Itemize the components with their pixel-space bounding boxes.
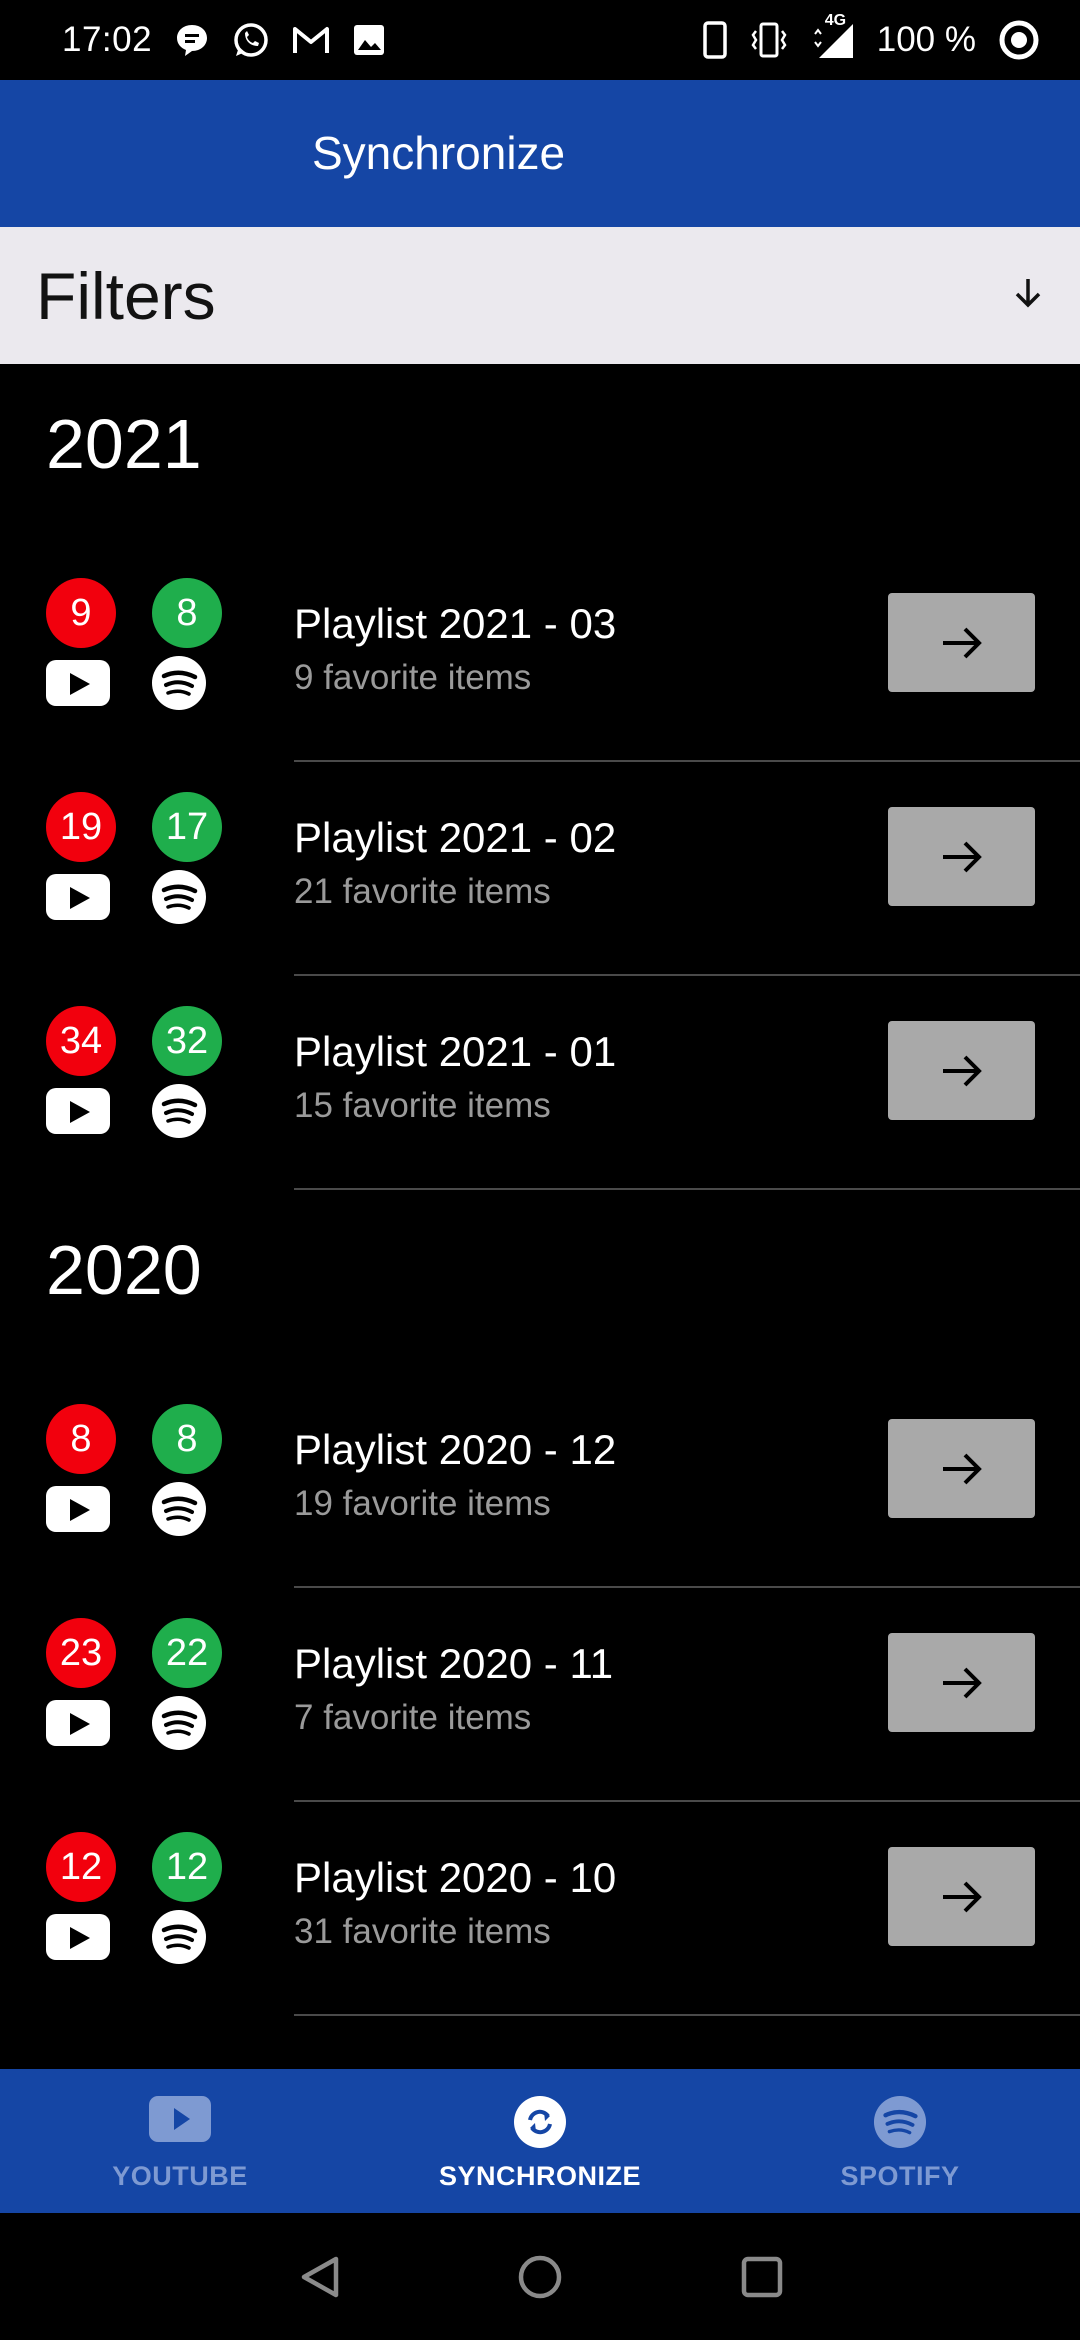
playlist-title: Playlist 2021 - 01 — [294, 1028, 617, 1075]
playlist-subtitle: 31 favorite items — [294, 1912, 551, 1951]
youtube-icon — [46, 1088, 110, 1134]
phone-icon — [703, 21, 727, 59]
sync-icon — [514, 2096, 566, 2148]
status-left: 17:02 — [62, 20, 386, 60]
spotify-count-badge: 12 — [152, 1832, 222, 1902]
nav-label: YOUTUBE — [112, 2161, 248, 2191]
list-item[interactable]: 9 8 Playlist 2021 - 03 9 favorite items — [0, 548, 1080, 762]
chat-bubble-icon — [174, 22, 210, 58]
year-header: 2020 — [46, 1231, 202, 1309]
whatsapp-icon — [232, 21, 270, 59]
spotify-count-badge: 8 — [152, 578, 222, 648]
youtube-icon — [149, 2096, 211, 2142]
signal-icon: 4G — [811, 12, 855, 60]
nav-youtube[interactable]: YOUTUBE — [0, 2069, 360, 2213]
spotify-icon — [152, 656, 206, 710]
playlist-subtitle: 7 favorite items — [294, 1698, 532, 1737]
youtube-count-badge: 19 — [46, 792, 116, 862]
recents-square-icon — [741, 2256, 783, 2297]
battery-percentage: 100 % — [876, 20, 976, 59]
nav-spotify[interactable]: SPOTIFY — [720, 2069, 1080, 2213]
playlist-title: Playlist 2021 - 02 — [294, 814, 617, 861]
page-title: Synchronize — [312, 127, 566, 179]
open-playlist-button[interactable] — [888, 593, 1035, 692]
youtube-count-badge: 34 — [46, 1006, 116, 1076]
playlist-subtitle: 9 favorite items — [294, 658, 532, 697]
open-playlist-button[interactable] — [888, 807, 1035, 906]
youtube-count-badge: 8 — [46, 1404, 116, 1474]
spotify-icon — [152, 1482, 206, 1536]
spotify-count-badge: 8 — [152, 1404, 222, 1474]
list-item[interactable]: 12 12 Playlist 2020 - 10 31 favorite ite… — [0, 1802, 1080, 2016]
youtube-icon — [46, 1914, 110, 1960]
status-time: 17:02 — [62, 20, 153, 59]
filters-label: Filters — [36, 258, 216, 333]
arrow-down-icon — [1008, 273, 1048, 318]
home-button[interactable] — [490, 2213, 590, 2340]
divider — [294, 2014, 1080, 2016]
youtube-icon — [46, 874, 110, 920]
bottom-navigation: YOUTUBE SYNCHRONIZE SPOTIFY — [0, 2069, 1080, 2213]
playlist-list[interactable]: 2021 9 8 Playlist 2021 - 03 9 favorite i… — [0, 364, 1080, 2069]
arrow-right-icon — [942, 1667, 982, 1698]
arrow-right-icon — [942, 1881, 982, 1912]
battery-saver-icon — [998, 19, 1040, 61]
spotify-icon — [873, 2095, 927, 2149]
gmail-icon — [292, 25, 330, 55]
list-item[interactable]: 19 17 Playlist 2021 - 02 21 favorite ite… — [0, 762, 1080, 976]
network-type-label: 4G — [824, 12, 847, 29]
playlist-subtitle: 21 favorite items — [294, 872, 551, 911]
year-section-2020: 2020 8 8 Playlist 2020 - 12 19 favorite … — [0, 1190, 1080, 2016]
playlist-title: Playlist 2020 - 12 — [294, 1426, 617, 1473]
spotify-icon — [152, 1910, 206, 1964]
open-playlist-button[interactable] — [888, 1633, 1035, 1732]
back-button[interactable] — [270, 2213, 370, 2340]
open-playlist-button[interactable] — [888, 1847, 1035, 1946]
youtube-icon — [46, 660, 110, 706]
playlist-title: Playlist 2020 - 10 — [294, 1854, 617, 1901]
youtube-count-badge: 23 — [46, 1618, 116, 1688]
image-icon — [352, 23, 386, 57]
vibrate-icon — [749, 21, 789, 59]
arrow-right-icon — [942, 1055, 982, 1086]
list-item[interactable]: 23 22 Playlist 2020 - 11 7 favorite item… — [0, 1588, 1080, 1802]
nav-label: SPOTIFY — [840, 2161, 960, 2191]
arrow-right-icon — [942, 841, 982, 872]
recents-button[interactable] — [712, 2213, 812, 2340]
spotify-icon — [152, 1084, 206, 1138]
spotify-icon — [152, 1696, 206, 1750]
youtube-count-badge: 12 — [46, 1832, 116, 1902]
year-header: 2021 — [46, 405, 202, 483]
filters-toggle[interactable]: Filters — [0, 227, 1080, 364]
year-section-2021: 2021 9 8 Playlist 2021 - 03 9 favorite i… — [0, 364, 1080, 1190]
list-item[interactable]: 8 8 Playlist 2020 - 12 19 favorite items — [0, 1374, 1080, 1588]
spotify-count-badge: 32 — [152, 1006, 222, 1076]
open-playlist-button[interactable] — [888, 1021, 1035, 1120]
nav-label: SYNCHRONIZE — [438, 2161, 641, 2191]
arrow-right-icon — [942, 627, 982, 658]
app-bar: Synchronize — [0, 80, 1080, 227]
spotify-count-badge: 17 — [152, 792, 222, 862]
nav-synchronize[interactable]: SYNCHRONIZE — [360, 2069, 720, 2213]
playlist-subtitle: 15 favorite items — [294, 1086, 551, 1125]
playlist-subtitle: 19 favorite items — [294, 1484, 551, 1523]
home-circle-icon — [518, 2255, 562, 2298]
spotify-icon — [152, 870, 206, 924]
youtube-icon — [46, 1700, 110, 1746]
spotify-count-badge: 22 — [152, 1618, 222, 1688]
status-right: 4G 100 % — [703, 12, 1040, 61]
youtube-icon — [46, 1486, 110, 1532]
playlist-title: Playlist 2021 - 03 — [294, 600, 617, 647]
playlist-title: Playlist 2020 - 11 — [294, 1640, 614, 1687]
system-navigation-bar — [0, 2213, 1080, 2340]
status-bar: 17:02 4G 100 % — [0, 0, 1080, 80]
open-playlist-button[interactable] — [888, 1419, 1035, 1518]
back-triangle-icon — [301, 2256, 339, 2297]
arrow-right-icon — [942, 1453, 982, 1484]
list-item[interactable]: 34 32 Playlist 2021 - 01 15 favorite ite… — [0, 976, 1080, 1190]
youtube-count-badge: 9 — [46, 578, 116, 648]
